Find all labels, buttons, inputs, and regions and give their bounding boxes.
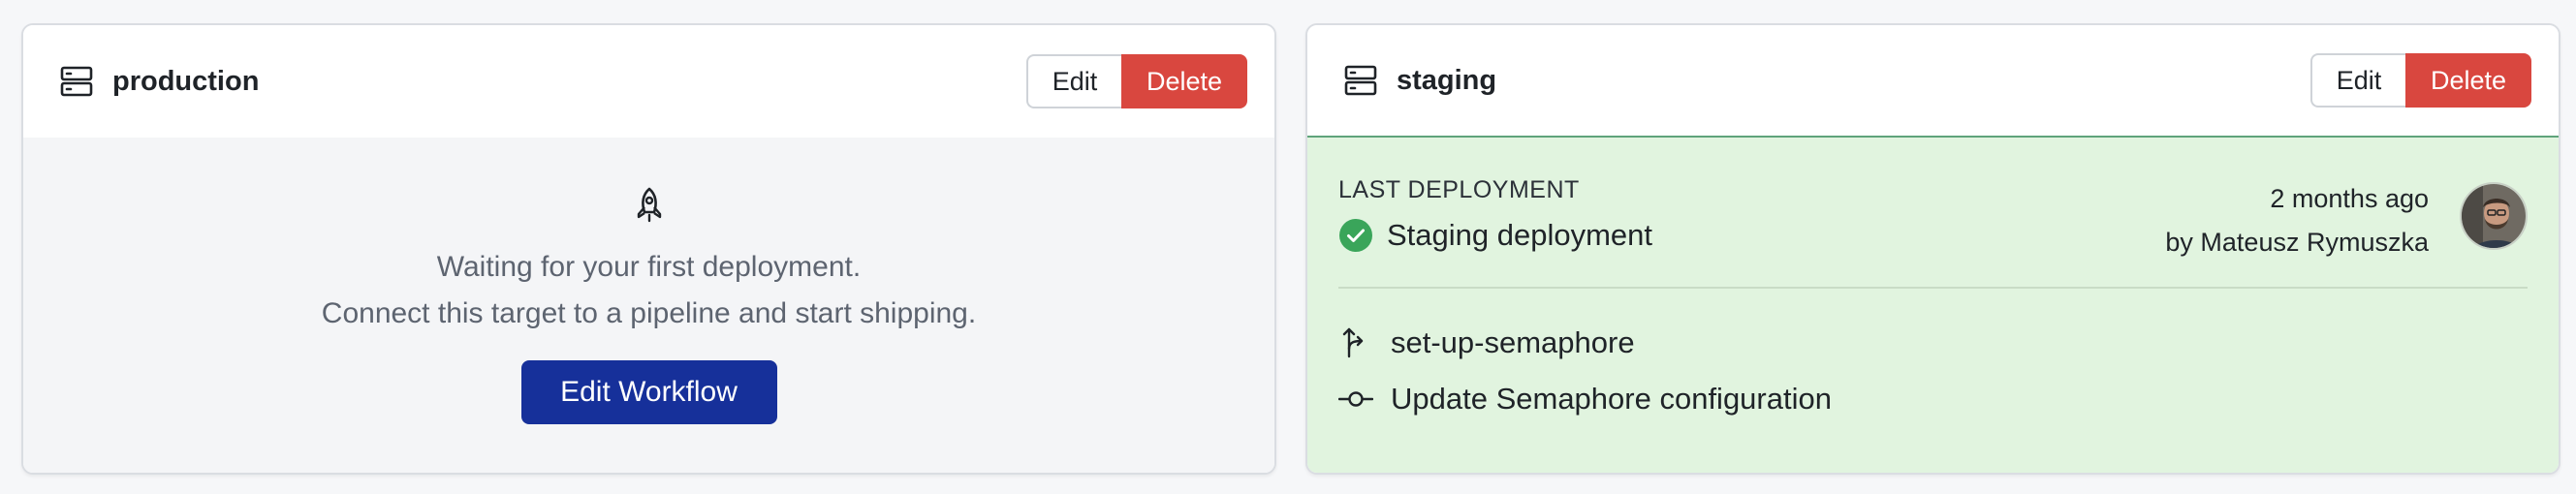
title-wrap: production [60,65,259,98]
branch-name: set-up-semaphore [1391,325,1635,359]
divider [1338,287,2528,289]
server-icon [60,65,93,98]
deployment-author: by Mateusz Rymuszka [2165,228,2429,257]
deployment-summary: LAST DEPLOYMENT Staging deployment 2 mon… [1338,172,2528,258]
commit-icon [1338,382,1373,417]
edit-workflow-button[interactable]: Edit Workflow [520,360,777,424]
empty-state: Waiting for your first deployment. Conne… [23,138,1274,473]
rocket-icon [632,186,667,225]
target-card-staging: staging Edit Delete LAST DEPLOYMENT Stag… [1305,23,2560,475]
delete-button[interactable]: Delete [1121,54,1247,108]
empty-state-line-1: Waiting for your first deployment. [436,251,862,283]
deployment-time: 2 months ago [2270,184,2429,213]
deployment-name: Staging deployment [1387,218,1653,252]
target-name: staging [1397,64,1497,96]
action-buttons: Edit Delete [2310,53,2531,108]
last-deployment-panel: LAST DEPLOYMENT Staging deployment 2 mon… [1307,138,2559,473]
card-header: production Edit Delete [23,25,1274,138]
meta-text: 2 months ago by Mateusz Rymuszka [2165,184,2429,258]
server-icon [1344,64,1377,97]
delete-button[interactable]: Delete [2405,53,2531,108]
deployment-name-row[interactable]: Staging deployment [1338,218,1652,253]
edit-button[interactable]: Edit [2310,53,2405,108]
branch-row[interactable]: set-up-semaphore [1338,325,2528,360]
edit-button[interactable]: Edit [1026,54,1121,108]
target-card-production: production Edit Delete Waiting for your … [21,23,1276,475]
card-header: staging Edit Delete [1307,25,2559,138]
commit-row[interactable]: Update Semaphore configuration [1338,382,2528,417]
deployment-targets: production Edit Delete Waiting for your … [21,23,2560,475]
last-deployment-label: LAST DEPLOYMENT [1338,176,1580,203]
commit-message: Update Semaphore configuration [1391,382,1832,416]
branch-icon [1338,325,1373,360]
deployment-info: LAST DEPLOYMENT Staging deployment [1338,172,1652,258]
empty-state-line-2: Connect this target to a pipeline and st… [321,297,977,329]
target-name: production [112,65,260,97]
title-wrap: staging [1344,64,1496,97]
avatar [2460,182,2528,250]
deployment-meta: 2 months ago by Mateusz Rymuszka [2165,172,2528,258]
action-buttons: Edit Delete [1026,54,1247,108]
check-circle-icon [1338,218,1373,253]
